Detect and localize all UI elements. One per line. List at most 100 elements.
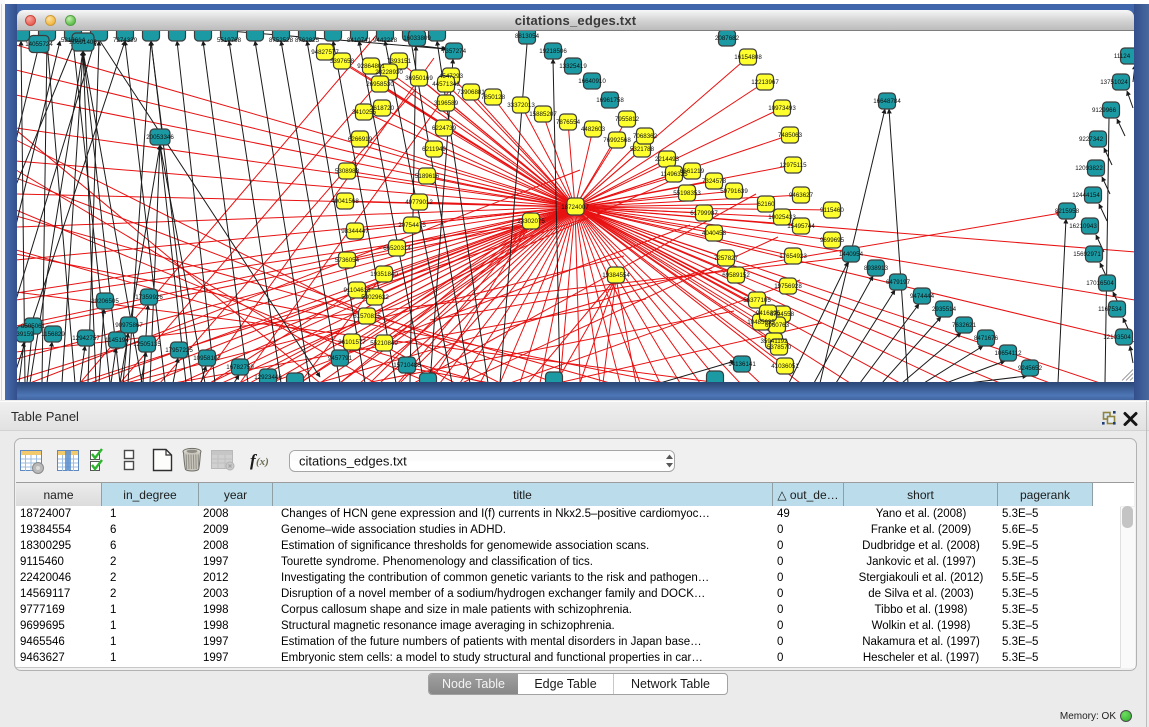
- svg-text:4040458: 4040458: [702, 230, 727, 237]
- svg-text:1440954: 1440954: [839, 251, 864, 258]
- svg-text:59791639: 59791639: [720, 188, 748, 195]
- svg-text:9129966: 9129966: [1092, 107, 1117, 114]
- svg-text:8752528: 8752528: [269, 37, 294, 44]
- svg-text:7955812: 7955812: [615, 116, 640, 123]
- svg-text:7485063: 7485063: [778, 132, 803, 139]
- svg-text:12093822: 12093822: [1075, 165, 1103, 172]
- svg-text:12103504: 12103504: [1103, 334, 1131, 341]
- svg-text:citations_edges.txt: citations_edges.txt: [299, 454, 407, 469]
- svg-text:7876554: 7876554: [556, 119, 581, 126]
- svg-text:13751024: 13751024: [1100, 79, 1128, 86]
- svg-text:6266919: 6266919: [348, 136, 373, 143]
- svg-text:8505061: 8505061: [21, 323, 46, 330]
- svg-text:16154808: 16154808: [734, 54, 762, 61]
- svg-text:49779012: 49779012: [405, 199, 433, 206]
- svg-text:18724007: 18724007: [561, 204, 589, 211]
- svg-text:9416395: 9416395: [756, 310, 781, 317]
- svg-text:8215958: 8215958: [1055, 208, 1080, 215]
- svg-text:16961758: 16961758: [596, 97, 624, 104]
- svg-text:15495744: 15495744: [787, 223, 815, 230]
- svg-text:7068362: 7068362: [633, 133, 658, 140]
- svg-text:5736054: 5736054: [335, 257, 360, 264]
- svg-text:5189616: 5189616: [415, 173, 440, 180]
- svg-text:14055724: 14055724: [25, 41, 53, 48]
- svg-text:17654923: 17654923: [779, 253, 807, 260]
- svg-text:16648784: 16648784: [873, 98, 901, 105]
- svg-text:76992568: 76992568: [603, 137, 631, 144]
- svg-text:98344447: 98344447: [341, 228, 369, 235]
- svg-text:7357274: 7357274: [442, 48, 467, 55]
- svg-text:8813054: 8813054: [515, 33, 540, 40]
- svg-text:55210849: 55210849: [370, 340, 398, 347]
- svg-text:10485635: 10485635: [747, 319, 775, 326]
- svg-text:2935514: 2935514: [932, 306, 957, 313]
- svg-text:7257827: 7257827: [714, 255, 739, 262]
- svg-text:5378570: 5378570: [767, 344, 792, 351]
- svg-text:53029632: 53029632: [361, 294, 389, 301]
- svg-text:(x): (x): [256, 456, 269, 468]
- svg-text:5321788: 5321788: [630, 146, 655, 153]
- svg-text:10025433: 10025433: [768, 214, 796, 221]
- svg-text:19218506: 19218506: [539, 48, 567, 55]
- svg-text:1145194: 1145194: [105, 337, 129, 344]
- svg-text:3410255: 3410255: [352, 109, 377, 116]
- svg-text:6479197: 6479197: [886, 279, 911, 286]
- svg-text:15710485: 15710485: [393, 362, 421, 369]
- svg-text:16210943: 16210943: [1069, 223, 1097, 230]
- svg-text:12444154: 12444154: [1072, 192, 1100, 199]
- svg-text:8471676: 8471676: [974, 335, 999, 342]
- svg-text:13325419: 13325419: [559, 63, 587, 70]
- svg-text:19351840: 19351840: [370, 271, 398, 278]
- svg-text:15885207: 15885207: [529, 111, 557, 118]
- svg-text:44571342: 44571342: [432, 81, 460, 88]
- svg-text:17016504: 17016504: [1086, 280, 1114, 287]
- svg-text:9474444: 9474444: [910, 293, 935, 300]
- svg-text:41036051: 41036051: [771, 363, 799, 370]
- svg-text:12942757: 12942757: [72, 335, 100, 342]
- svg-text:94827577: 94827577: [311, 49, 339, 56]
- svg-text:14136141: 14136141: [728, 361, 756, 368]
- svg-text:11124: 11124: [1114, 53, 1131, 60]
- svg-text:8410741: 8410741: [347, 37, 372, 44]
- svg-text:10958107: 10958107: [193, 355, 221, 362]
- svg-text:9227342: 9227342: [1079, 136, 1104, 143]
- svg-text:1167534: 1167534: [1098, 306, 1122, 313]
- svg-text:9699695: 9699695: [820, 237, 845, 244]
- svg-text:4547293: 4547293: [439, 73, 464, 80]
- svg-text:19384554: 19384554: [602, 272, 630, 279]
- svg-text:8762825: 8762825: [295, 37, 320, 44]
- svg-text:69589152: 69589152: [722, 272, 750, 279]
- svg-text:8938913: 8938913: [864, 265, 889, 272]
- svg-text:9442218: 9442218: [373, 37, 398, 44]
- svg-text:90975867: 90975867: [115, 322, 143, 329]
- svg-text:3397658: 3397658: [330, 58, 355, 65]
- svg-text:66520314: 66520314: [383, 245, 411, 252]
- svg-text:16782759: 16782759: [226, 364, 254, 371]
- svg-text:3196589: 3196589: [434, 100, 459, 107]
- svg-text:36950169: 36950169: [405, 75, 433, 82]
- svg-text:7274339: 7274339: [113, 37, 138, 44]
- svg-text:28228930: 28228930: [375, 69, 403, 76]
- svg-text:12505135: 12505135: [133, 341, 161, 348]
- svg-text:26958530: 26958530: [366, 81, 394, 88]
- svg-text:55198353: 55198353: [673, 190, 701, 197]
- svg-text:56377105: 56377105: [743, 297, 771, 304]
- svg-text:6224739: 6224739: [432, 125, 457, 132]
- svg-text:9457791: 9457791: [328, 355, 353, 362]
- svg-text:2087682: 2087682: [715, 35, 740, 42]
- svg-text:10973493: 10973493: [768, 105, 796, 112]
- svg-text:15692971: 15692971: [1073, 251, 1101, 258]
- svg-text:91104613: 91104613: [343, 287, 371, 294]
- svg-text:7850128: 7850128: [481, 94, 506, 101]
- svg-text:4482603: 4482603: [581, 126, 606, 133]
- svg-text:16640910: 16640910: [578, 78, 606, 85]
- svg-text:6661219: 6661219: [680, 168, 705, 175]
- svg-text:7324578: 7324578: [702, 178, 727, 185]
- svg-text:12213967: 12213967: [751, 79, 779, 86]
- svg-text:12975115: 12975115: [779, 162, 807, 169]
- svg-text:9245652: 9245652: [1018, 365, 1043, 372]
- svg-text:20206505: 20206505: [91, 298, 119, 305]
- svg-text:19756928: 19756928: [774, 283, 802, 290]
- svg-text:36101577: 36101577: [338, 339, 366, 346]
- svg-text:81570815: 81570815: [353, 313, 381, 320]
